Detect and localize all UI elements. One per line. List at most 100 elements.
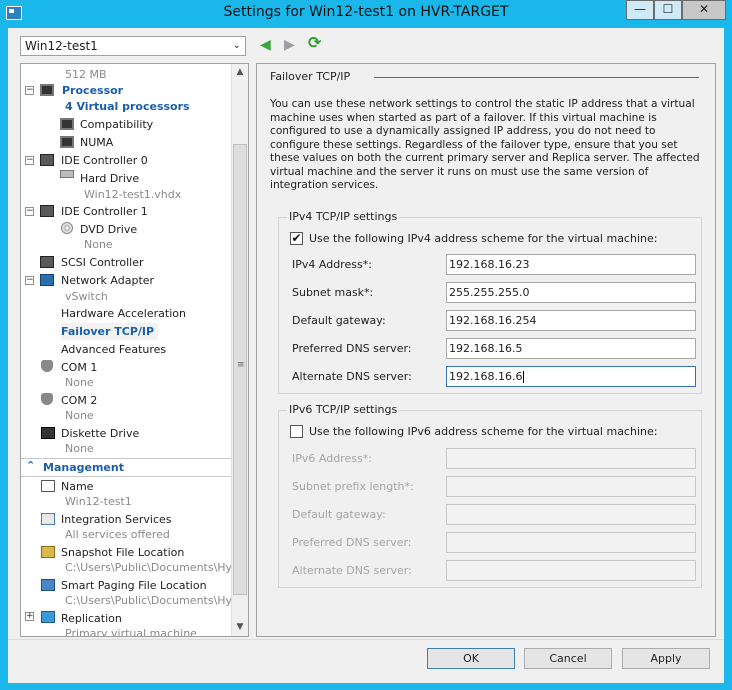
ipv6-gateway-input[interactable]: [446, 504, 696, 525]
ipv6-alternate-dns-label: Alternate DNS server:: [292, 564, 412, 577]
ipv6-preferred-dns-input[interactable]: [446, 532, 696, 553]
integration-sub: All services offered: [65, 528, 170, 541]
ipv4-checkbox-label: Use the following IPv4 address scheme fo…: [309, 232, 658, 245]
dvd-sub: None: [84, 238, 113, 251]
tree-item-advanced-features[interactable]: Advanced Features: [61, 341, 166, 358]
tree-item-hardware-acceleration[interactable]: Hardware Acceleration: [61, 305, 186, 322]
replication-icon: [41, 611, 55, 623]
ipv6-address-input[interactable]: [446, 448, 696, 469]
minimize-button[interactable]: —: [626, 0, 654, 20]
back-arrow-icon[interactable]: ◀: [260, 37, 271, 53]
memory-sub: 512 MB: [65, 68, 107, 81]
vm-select-dropdown[interactable]: Win12-test1 ⌄: [20, 36, 246, 56]
cancel-button[interactable]: Cancel: [524, 648, 612, 669]
ipv6-group: IPv6 TCP/IP settings Use the following I…: [278, 403, 702, 588]
footer-separator: [8, 639, 724, 640]
ipv6-alternate-dns-input[interactable]: [446, 560, 696, 581]
snapshot-folder-icon: [41, 546, 55, 558]
ipv4-group-title: IPv4 TCP/IP settings: [287, 210, 400, 223]
com-port-icon: [41, 360, 53, 372]
dvd-drive-icon: [61, 222, 73, 234]
ipv6-gateway-label: Default gateway:: [292, 508, 386, 521]
scsi-controller-icon: [40, 256, 54, 268]
scroll-up-icon[interactable]: ▲: [232, 64, 248, 81]
text-cursor: [523, 371, 525, 383]
network-sub: vSwitch: [65, 290, 108, 303]
com1-sub: None: [65, 376, 94, 389]
alternate-dns-label: Alternate DNS server:: [292, 370, 412, 383]
replication-sub: Primary virtual machine: [65, 627, 197, 637]
preferred-dns-input[interactable]: 192.168.16.5: [446, 338, 696, 359]
ide1-expander[interactable]: −: [25, 207, 34, 216]
vm-select-value: Win12-test1: [25, 39, 98, 53]
tree-item-scsi[interactable]: SCSI Controller: [61, 254, 144, 271]
ide-controller-icon: [40, 154, 54, 166]
ipv6-group-title: IPv6 TCP/IP settings: [287, 403, 400, 416]
processor-icon: [40, 84, 54, 96]
hard-drive-sub: Win12-test1.vhdx: [84, 188, 182, 201]
default-gateway-input[interactable]: 192.168.16.254: [446, 310, 696, 331]
tree-item-numa[interactable]: NUMA: [80, 134, 113, 151]
settings-tree: 512 MB − Processor 4 Virtual processors …: [20, 63, 249, 637]
close-button[interactable]: ✕: [682, 0, 726, 20]
window-title: Settings for Win12-test1 on HVR-TARGET: [223, 4, 509, 20]
dialog-client: Win12-test1 ⌄ ◀ ▶ ⟳ 512 MB − Processor 4…: [8, 28, 724, 683]
tree-scrollbar[interactable]: ▲ ≡ ▼: [231, 64, 248, 636]
ipv6-checkbox[interactable]: [290, 425, 303, 438]
ipv6-preferred-dns-label: Preferred DNS server:: [292, 536, 412, 549]
replication-expander[interactable]: +: [25, 612, 34, 621]
network-adapter-icon: [40, 274, 54, 286]
tree-item-failover-tcpip[interactable]: Failover TCP/IP: [61, 323, 159, 340]
processor-sub: 4 Virtual processors: [65, 100, 190, 113]
smart-paging-icon: [41, 579, 55, 591]
tree-item-network-adapter[interactable]: Network Adapter: [61, 272, 154, 289]
scroll-down-icon[interactable]: ▼: [232, 619, 248, 636]
integration-services-icon: [41, 513, 55, 525]
tree-content: 512 MB − Processor 4 Virtual processors …: [21, 64, 241, 637]
diskette-drive-icon: [41, 427, 55, 439]
ipv4-address-input[interactable]: 192.168.16.23: [446, 254, 696, 275]
panel-heading: Failover TCP/IP: [270, 70, 351, 83]
ipv4-checkbox[interactable]: ✔: [290, 232, 303, 245]
maximize-button[interactable]: ☐: [654, 0, 682, 20]
processor-expander[interactable]: −: [25, 86, 34, 95]
compatibility-icon: [60, 118, 74, 130]
preferred-dns-label: Preferred DNS server:: [292, 342, 412, 355]
name-sub: Win12-test1: [65, 495, 132, 508]
ide0-expander[interactable]: −: [25, 156, 34, 165]
ipv4-group: IPv4 TCP/IP settings ✔ Use the following…: [278, 210, 702, 394]
apply-button[interactable]: Apply: [622, 648, 710, 669]
failover-settings-panel: Failover TCP/IP You can use these networ…: [256, 63, 716, 637]
section-management[interactable]: Management: [43, 459, 124, 476]
subnet-mask-input[interactable]: 255.255.255.0: [446, 282, 696, 303]
alternate-dns-input[interactable]: 192.168.16.6: [446, 366, 696, 387]
subnet-prefix-input[interactable]: [446, 476, 696, 497]
tree-item-ide1[interactable]: IDE Controller 1: [61, 203, 148, 220]
name-icon: [41, 480, 55, 492]
tree-item-compatibility[interactable]: Compatibility: [80, 116, 153, 133]
forward-arrow-icon[interactable]: ▶: [284, 37, 295, 53]
title-bar: Settings for Win12-test1 on HVR-TARGET —…: [0, 0, 732, 28]
ipv6-address-label: IPv6 Address*:: [292, 452, 372, 465]
settings-window: Settings for Win12-test1 on HVR-TARGET —…: [0, 0, 732, 690]
com-port-icon: [41, 393, 53, 405]
tree-item-hard-drive[interactable]: Hard Drive: [80, 170, 139, 187]
subnet-mask-label: Subnet mask*:: [292, 286, 374, 299]
diskette-sub: None: [65, 442, 94, 455]
alternate-dns-value: 192.168.16.6: [449, 370, 523, 383]
collapse-arrow-icon[interactable]: ⌃: [26, 459, 35, 472]
tree-item-processor[interactable]: Processor: [62, 82, 123, 99]
panel-description: You can use these network settings to co…: [270, 98, 700, 191]
network-expander[interactable]: −: [25, 276, 34, 285]
tree-item-ide0[interactable]: IDE Controller 0: [61, 152, 148, 169]
ipv6-checkbox-label: Use the following IPv6 address scheme fo…: [309, 425, 658, 438]
numa-icon: [60, 136, 74, 148]
com2-sub: None: [65, 409, 94, 422]
refresh-icon[interactable]: ⟳: [308, 35, 321, 51]
ok-button[interactable]: OK: [427, 648, 515, 669]
chevron-down-icon: ⌄: [232, 40, 241, 51]
scroll-thumb[interactable]: ≡: [233, 144, 247, 595]
heading-rule: [374, 77, 699, 78]
subnet-prefix-label: Subnet prefix length*:: [292, 480, 414, 493]
snapshot-sub: C:\Users\Public\Documents\Hy...: [65, 561, 241, 574]
